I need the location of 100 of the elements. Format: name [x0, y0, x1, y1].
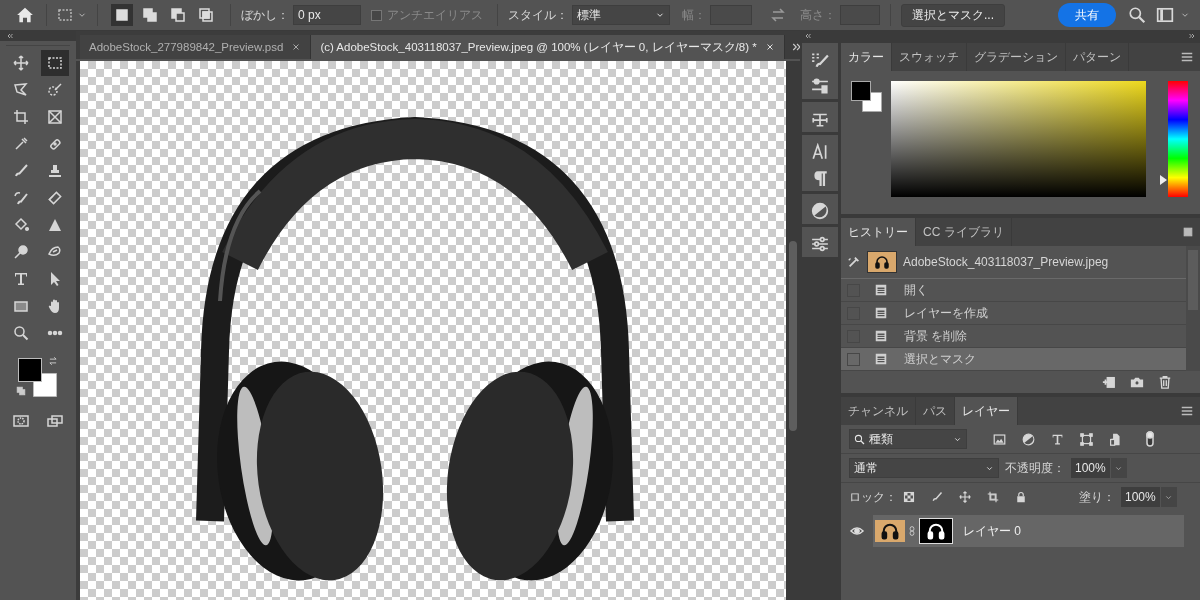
- layer-name: レイヤー 0: [963, 522, 1021, 540]
- bandage-icon: [47, 136, 63, 152]
- brush-icon: [13, 163, 29, 179]
- delete-button[interactable]: [1158, 375, 1172, 389]
- search-icon: [1128, 6, 1146, 24]
- document-icon: [874, 352, 888, 366]
- selection-mode-icon: [114, 7, 130, 23]
- workspace-button[interactable]: [1156, 6, 1174, 24]
- pixel-filter-icon: [993, 432, 1006, 446]
- lasso-icon: [13, 82, 29, 98]
- feather-label: ぼかし：: [241, 6, 289, 24]
- share-button[interactable]: 共有: [1058, 3, 1116, 27]
- default-colors-icon: [16, 386, 26, 396]
- document-icon: [874, 283, 888, 297]
- lock-label: ロック：: [849, 488, 897, 506]
- workspace-icon: [1156, 6, 1174, 24]
- tool-button[interactable]: [41, 50, 69, 76]
- snapshot-button[interactable]: [1130, 375, 1144, 389]
- camera-icon: [1130, 375, 1144, 389]
- selection-mode-button[interactable]: [111, 4, 133, 26]
- expand-icon: [1188, 32, 1196, 40]
- layer-filter-dropdown[interactable]: 種類: [849, 429, 967, 449]
- type-icon: [13, 271, 29, 287]
- close-icon: [764, 42, 775, 52]
- panel-menu-icon: [1182, 226, 1194, 238]
- selection-mode-icon: [142, 7, 158, 23]
- layer-row[interactable]: レイヤー 0: [841, 515, 1184, 547]
- adjustments-icon: [811, 202, 829, 220]
- opacity-field[interactable]: 100%: [1071, 458, 1110, 478]
- marquee-icon: [57, 7, 73, 23]
- search-icon: [854, 433, 865, 445]
- headphones-icon: [880, 521, 900, 541]
- lock-pixels-icon: [903, 491, 915, 503]
- fill-field[interactable]: 100%: [1121, 487, 1160, 507]
- close-icon: [291, 42, 302, 52]
- paint-bucket-icon: [13, 217, 29, 233]
- trash-icon: [1158, 375, 1172, 389]
- snapshot-name: AdobeStock_403118037_Preview.jpeg: [903, 255, 1109, 269]
- panel-tab[interactable]: CC ライブラリ: [916, 218, 1012, 246]
- blend-mode-dropdown[interactable]: 通常: [849, 458, 999, 478]
- lock-paint-icon: [931, 491, 943, 503]
- paragraph-icon: [811, 169, 829, 187]
- panel-menu-icon: [1180, 50, 1194, 64]
- style-dropdown[interactable]: 標準: [572, 5, 670, 25]
- character-icon: [811, 143, 829, 161]
- foreground-color-swatch[interactable]: [18, 358, 42, 382]
- hue-slider-thumb[interactable]: [1160, 174, 1167, 185]
- panel-tab[interactable]: チャンネル: [841, 397, 916, 425]
- marquee-preset-button[interactable]: [57, 7, 87, 23]
- new-document-button[interactable]: [1102, 375, 1116, 389]
- triangle-icon: [47, 217, 63, 233]
- document-tab[interactable]: (c) AdobeStock_403118037_Preview.jpeg @ 100% (レイヤー 0, レイヤーマスク/8) *: [311, 35, 785, 59]
- history-item[interactable]: レイヤーを作成: [841, 302, 1186, 325]
- foreground-color-swatch[interactable]: [851, 81, 871, 101]
- brush-presets-icon: [811, 77, 829, 95]
- quick-mask-icon: [13, 413, 29, 429]
- panel-tab[interactable]: グラデーション: [967, 43, 1066, 71]
- document-icon: [874, 306, 888, 320]
- dodge-icon: [13, 244, 29, 260]
- fill-label: 塗り：: [1079, 488, 1115, 506]
- panel-tab[interactable]: カラー: [841, 43, 892, 71]
- frame-icon: [47, 109, 63, 125]
- new-document-icon: [1102, 375, 1116, 389]
- collapse-icon: [804, 32, 812, 40]
- search-button[interactable]: [1128, 6, 1146, 24]
- adjustment-filter-icon: [1022, 432, 1035, 446]
- rectangle-icon: [13, 298, 29, 314]
- overflow-icon: [790, 41, 803, 53]
- select-and-mask-button[interactable]: 選択とマスク...: [901, 3, 1005, 27]
- panel-tab[interactable]: ヒストリー: [841, 218, 916, 246]
- type-filter-icon: [1051, 432, 1064, 446]
- link-icon: [907, 526, 917, 536]
- headphones-icon: [874, 254, 890, 270]
- selection-mode-icon: [198, 7, 214, 23]
- eye-icon: [850, 524, 864, 538]
- panel-tab[interactable]: スウォッチ: [892, 43, 967, 71]
- panel-tab[interactable]: レイヤー: [955, 397, 1018, 425]
- swap-icon: [770, 7, 786, 23]
- crop-icon: [13, 109, 29, 125]
- panel-tab[interactable]: パターン: [1066, 43, 1129, 71]
- opacity-label: 不透明度：: [1005, 459, 1065, 477]
- brush-settings-icon: [811, 51, 829, 69]
- screen-mode-icon: [47, 413, 63, 429]
- history-snapshot[interactable]: AdobeStock_403118037_Preview.jpeg: [841, 246, 1186, 279]
- history-item[interactable]: 開く: [841, 279, 1186, 302]
- color-field[interactable]: [891, 81, 1146, 197]
- marquee-icon: [47, 55, 63, 71]
- zoom-icon: [13, 325, 29, 341]
- shape-filter-icon: [1080, 432, 1093, 446]
- history-item[interactable]: 選択とマスク: [841, 348, 1186, 371]
- eyedropper-icon: [13, 136, 29, 152]
- panel-menu-icon: [1180, 404, 1194, 418]
- swap-colors-icon: [48, 356, 58, 366]
- document-tab[interactable]: AdobeStock_277989842_Preview.psd: [80, 35, 312, 59]
- feather-field[interactable]: 0 px: [293, 5, 361, 25]
- smart-object-filter-icon: [1109, 432, 1122, 446]
- history-scrollbar[interactable]: [1186, 246, 1200, 371]
- collapse-icon: [6, 32, 14, 40]
- style-label: スタイル：: [508, 6, 568, 24]
- eraser-icon: [47, 190, 63, 206]
